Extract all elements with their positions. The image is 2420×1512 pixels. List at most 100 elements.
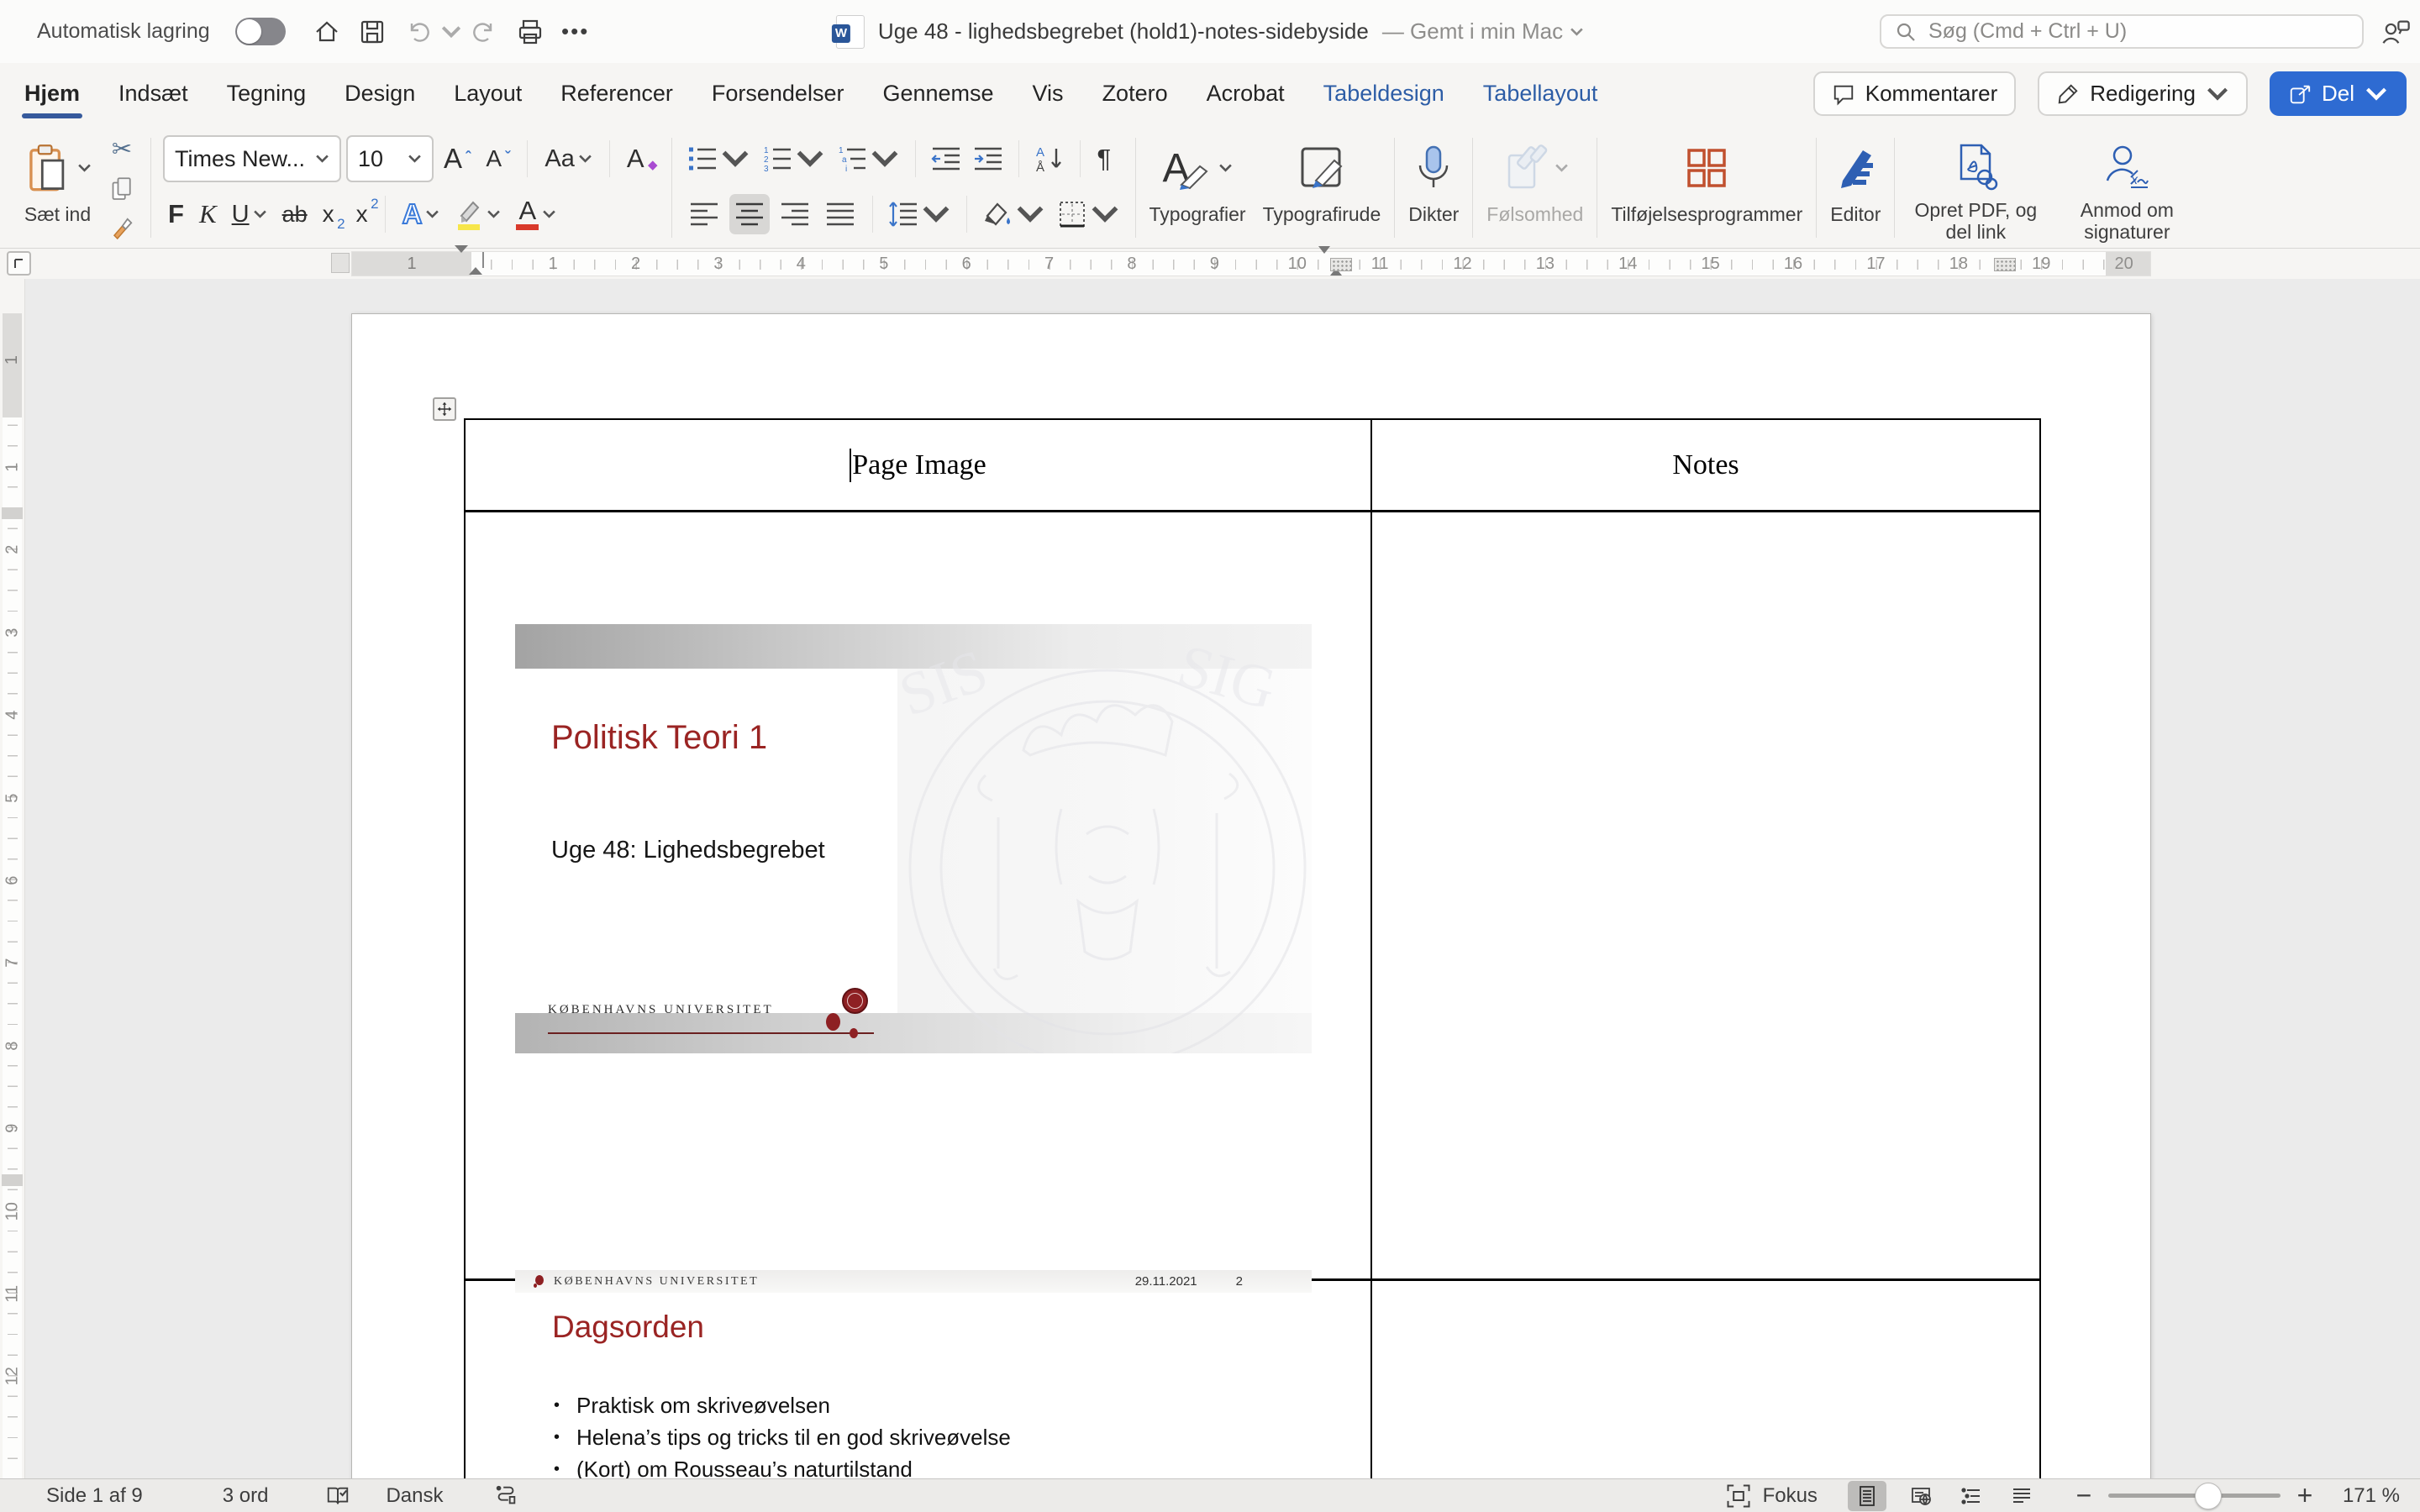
save-icon[interactable] <box>350 8 395 55</box>
track-changes-icon[interactable] <box>493 1483 518 1509</box>
styles-button[interactable]: A Typografier <box>1141 131 1255 244</box>
font-size-select[interactable]: 10 <box>346 135 434 182</box>
home-icon[interactable] <box>304 8 350 55</box>
style-pane-button[interactable]: Typografirude <box>1255 131 1390 244</box>
increase-indent-icon[interactable] <box>970 139 1007 179</box>
ribbon-tab[interactable]: Tabeldesign <box>1304 63 1464 124</box>
table-row-marker[interactable] <box>2 1174 23 1186</box>
slide-2-image[interactable]: KØBENHAVNS UNIVERSITET 29.11.2021 2 Dags… <box>515 1270 1312 1478</box>
request-signatures-button[interactable]: x Anmod om signaturer <box>2051 131 2202 244</box>
proofing-icon[interactable] <box>325 1483 350 1509</box>
text-effects-icon[interactable]: A <box>397 191 445 238</box>
ribbon-tab[interactable]: Tegning <box>208 63 326 124</box>
ribbon-tab[interactable]: Forsendelser <box>692 63 864 124</box>
sort-icon[interactable]: AÅ <box>1031 139 1068 179</box>
print-icon[interactable] <box>508 8 553 55</box>
highlight-icon[interactable] <box>450 191 506 238</box>
ribbon-tab[interactable]: Acrobat <box>1187 63 1304 124</box>
table-header-notes[interactable]: Notes <box>1372 420 2039 510</box>
language-indicator[interactable]: Dansk <box>386 1484 443 1508</box>
more-icon[interactable]: ••• <box>553 8 598 55</box>
zoom-slider-knob[interactable] <box>2195 1483 2222 1509</box>
table-column-marker[interactable] <box>1330 258 1352 271</box>
format-painter-icon[interactable] <box>103 212 140 244</box>
copy-icon[interactable] <box>103 172 140 205</box>
table-row-marker[interactable] <box>2 507 23 519</box>
ribbon-tab[interactable]: Zotero <box>1083 63 1187 124</box>
vruler-number: 10 <box>0 1199 54 1223</box>
table-column-marker[interactable] <box>1994 258 2016 271</box>
justify-icon[interactable] <box>820 194 860 234</box>
create-pdf-button[interactable]: Opret PDF, og del link <box>1900 131 2051 244</box>
cut-icon[interactable]: ✂ <box>103 133 140 165</box>
strikethrough-icon[interactable]: ab <box>277 191 313 238</box>
slide-1-image[interactable]: SIS SIG Politisk Teori 1 Uge 48: Ligheds… <box>515 624 1312 1053</box>
redo-icon[interactable] <box>462 8 508 55</box>
share-button[interactable]: Del <box>2270 71 2407 116</box>
addins-button[interactable]: Tilføjelsesprogrammer <box>1602 131 1811 244</box>
horizontal-ruler[interactable]: 1 1234567891011121314151617181920 <box>351 251 2151 276</box>
bullet-list-icon[interactable] <box>684 139 754 179</box>
align-center-icon[interactable] <box>729 194 770 234</box>
ribbon-tab[interactable]: Referencer <box>541 63 692 124</box>
ribbon-tab[interactable]: Vis <box>1013 63 1083 124</box>
focus-label[interactable]: Fokus <box>1763 1484 1818 1508</box>
zoom-slider[interactable] <box>2108 1494 2281 1498</box>
font-name-select[interactable]: Times New... <box>163 135 341 182</box>
indent-markers[interactable] <box>455 253 470 276</box>
sensitivity-button[interactable]: Følsomhed <box>1478 131 1591 244</box>
paste-button[interactable]: Sæt ind <box>15 131 100 244</box>
dictate-button[interactable]: Dikter <box>1400 131 1467 244</box>
undo-icon[interactable] <box>395 8 440 55</box>
autosave-toggle[interactable] <box>235 18 286 45</box>
ribbon-tab[interactable]: Indsæt <box>99 63 208 124</box>
document-page[interactable]: Page Image Notes <box>351 313 2151 1478</box>
grow-font-icon[interactable]: Aˆ <box>439 135 476 182</box>
vertical-ruler[interactable]: 1 123456789101112 <box>0 279 25 1478</box>
align-left-icon[interactable] <box>684 194 724 234</box>
table-header-page-image[interactable]: Page Image <box>466 420 1370 510</box>
decrease-indent-icon[interactable] <box>928 139 965 179</box>
saved-status[interactable]: — Gemt i min Mac <box>1382 18 1584 45</box>
line-spacing-icon[interactable] <box>885 194 955 234</box>
bold-icon[interactable]: F <box>163 191 189 238</box>
pilcrow-icon[interactable]: ¶ <box>1092 135 1117 182</box>
italic-icon[interactable]: K <box>194 191 222 238</box>
tab-selector-icon[interactable] <box>7 251 31 276</box>
clear-formatting-icon[interactable]: A◆ <box>622 135 660 182</box>
page-count[interactable]: Side 1 af 9 <box>46 1484 143 1508</box>
table-move-handle[interactable] <box>433 397 456 421</box>
zoom-in-icon[interactable]: + <box>2292 1480 2317 1511</box>
underline-icon[interactable]: U <box>227 191 272 238</box>
zoom-percentage[interactable]: 171 % <box>2343 1484 2400 1508</box>
font-color-icon[interactable]: A <box>511 191 561 238</box>
ribbon-tab[interactable]: Layout <box>434 63 541 124</box>
ribbon-tab[interactable]: Gennemse <box>863 63 1013 124</box>
ribbon-tab[interactable]: Tabellayout <box>1464 63 1618 124</box>
outline-view-icon[interactable] <box>1952 1481 1991 1511</box>
undo-chevron-icon[interactable] <box>440 8 462 55</box>
focus-icon[interactable] <box>1726 1483 1751 1509</box>
numbered-list-icon[interactable]: 123 <box>759 139 829 179</box>
ruler-number: 5 <box>843 252 925 276</box>
borders-icon[interactable] <box>1054 194 1123 234</box>
comments-button[interactable]: Kommentarer <box>1813 71 2017 116</box>
editing-mode-button[interactable]: Redigering <box>2038 71 2248 116</box>
search-input[interactable]: Søg (Cmd + Ctrl + U) <box>1880 14 2364 49</box>
ribbon-tab[interactable]: Hjem <box>5 63 99 124</box>
web-layout-view-icon[interactable] <box>1902 1481 1940 1511</box>
shrink-font-icon[interactable]: Aˇ <box>481 135 515 182</box>
draft-view-icon[interactable] <box>2002 1481 2041 1511</box>
print-layout-view-icon[interactable] <box>1848 1481 1886 1511</box>
zoom-out-icon[interactable]: − <box>2071 1480 2096 1511</box>
shading-icon[interactable] <box>979 194 1049 234</box>
subscript-icon[interactable]: x2 <box>318 191 339 238</box>
change-case-icon[interactable]: Aa <box>539 135 597 182</box>
multilevel-list-icon[interactable]: 1ai <box>834 139 903 179</box>
word-count[interactable]: 3 ord <box>223 1484 269 1508</box>
feedback-icon[interactable] <box>2380 17 2412 49</box>
align-right-icon[interactable] <box>775 194 815 234</box>
editor-button[interactable]: Editor <box>1822 131 1889 244</box>
ribbon-tab[interactable]: Design <box>325 63 434 124</box>
superscript-icon[interactable]: x2 <box>351 191 373 238</box>
